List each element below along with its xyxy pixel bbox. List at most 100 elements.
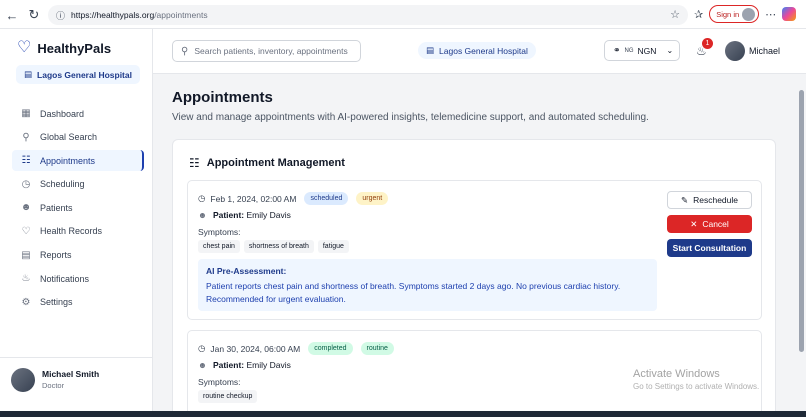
clock-icon: ◷ [198, 343, 206, 353]
users-icon: ☻ [20, 202, 32, 214]
copilot-icon[interactable] [782, 7, 797, 21]
file-icon: ▤ [21, 249, 31, 261]
patient-label: Patient: [212, 210, 245, 220]
refresh-icon[interactable]: ↻ [24, 5, 44, 25]
sign-in-label: Sign in [716, 9, 740, 19]
browser-toolbar: ← ↻ ⓘ https://healthypals.org/appointmen… [0, 0, 806, 29]
grid-icon: ▦ [21, 108, 31, 119]
close-icon: ✕ [690, 218, 698, 229]
sidebar-item-label: Reports [40, 250, 72, 261]
priority-badge: urgent [356, 192, 389, 205]
windows-activation-watermark: Activate Windows Go to Settings to activ… [633, 368, 759, 391]
building-icon: ▤ [426, 45, 435, 55]
gear-icon: ⚙ [21, 296, 31, 308]
site-info-icon[interactable]: ⓘ [56, 9, 65, 22]
currency-value: NGN [637, 45, 657, 56]
sidebar-nav: ▦ Dashboard ⚲ Global Search ☷ Appointmen… [12, 103, 144, 315]
patient-name: Emily Davis [246, 210, 291, 220]
sidebar-user-name: Michael Smith [42, 369, 100, 379]
header-user-name[interactable]: Michael [749, 46, 780, 56]
clock-icon: ◷ [21, 178, 31, 190]
sidebar-item-settings[interactable]: ⚙ Settings [12, 292, 144, 313]
watermark-subtitle: Go to Settings to activate Windows. [633, 382, 760, 391]
sidebar-user[interactable]: Michael Smith Doctor [0, 357, 153, 417]
sidebar-item-dashboard[interactable]: ▦ Dashboard [12, 103, 144, 124]
sign-in-button[interactable]: Sign in [709, 5, 760, 23]
patient-line: ☻ Patient: Emily Davis [198, 210, 291, 220]
heart-logo-icon: ♡ [17, 39, 32, 56]
search-icon: ⚲ [181, 45, 189, 57]
address-bar[interactable]: ⓘ https://healthypals.org/appointments ☆ [48, 5, 688, 25]
appointment-datetime: ◷ Jan 30, 2024, 06:00 AM completed routi… [198, 342, 394, 355]
symptoms-list: chest pain shortness of breath fatigue [198, 240, 349, 253]
page-subtitle: View and manage appointments with AI-pow… [172, 112, 649, 123]
scrollbar-thumb[interactable] [799, 90, 804, 352]
appointment-date-text: Feb 1, 2024, 02:00 AM [210, 193, 297, 204]
symptoms-label: Symptoms: [198, 227, 241, 237]
back-icon[interactable]: ← [2, 5, 22, 25]
heart-icon: ♡ [21, 225, 31, 237]
appointment-date-text: Jan 30, 2024, 06:00 AM [210, 343, 301, 354]
sidebar-item-patients[interactable]: ☻ Patients [12, 197, 144, 218]
sidebar-item-label: Dashboard [40, 108, 85, 119]
priority-badge: routine [360, 342, 394, 355]
sidebar-item-notifications[interactable]: ♨ Notifications [12, 268, 144, 289]
sidebar-item-health-records[interactable]: ♡ Health Records [12, 221, 144, 242]
sidebar-user-role: Doctor [42, 381, 65, 390]
sidebar-item-appointments[interactable]: ☷ Appointments [12, 150, 144, 172]
ai-assessment-title: AI Pre-Assessment: [206, 266, 287, 276]
building-icon: ▤ [24, 69, 33, 79]
symptoms-label: Symptoms: [198, 377, 241, 387]
more-menu-icon[interactable]: ⋯ [765, 8, 776, 21]
sidebar-item-label: Appointments [40, 155, 96, 166]
clock-icon: ◷ [198, 193, 206, 203]
sidebar-item-reports[interactable]: ▤ Reports [12, 245, 144, 266]
start-consultation-button[interactable]: Start Consultation [667, 239, 752, 257]
profile-avatar-icon [742, 7, 756, 21]
symptom-tag: routine checkup [198, 390, 258, 403]
sidebar-item-label: Settings [40, 297, 73, 308]
panel-title: ☷ Appointment Management [189, 156, 345, 170]
currency-select[interactable]: ⚭ NG NGN ⌄ [604, 40, 680, 61]
symptoms-list: routine checkup [198, 390, 258, 403]
sidebar-item-label: Global Search [40, 132, 98, 143]
avatar[interactable] [725, 41, 745, 61]
favorites-icon[interactable]: ✰ [694, 8, 703, 21]
reschedule-label: Reschedule [693, 195, 738, 205]
taskbar [0, 411, 806, 417]
header-hospital-name: Lagos General Hospital [439, 45, 528, 56]
sidebar-item-global-search[interactable]: ⚲ Global Search [12, 127, 144, 148]
brand[interactable]: ♡ HealthyPals [17, 40, 111, 56]
status-badge: scheduled [304, 192, 349, 205]
page-scrollbar[interactable] [797, 74, 806, 417]
global-search[interactable]: ⚲ [172, 40, 361, 62]
cancel-label: Cancel [702, 219, 729, 229]
search-icon: ⚲ [22, 131, 30, 143]
url-host: https://healthypals.org [71, 10, 155, 20]
sidebar-item-label: Scheduling [40, 179, 85, 190]
currency-flag: NG [624, 47, 634, 54]
reschedule-button[interactable]: ✎ Reschedule [667, 191, 752, 209]
favorite-star-icon[interactable]: ☆ [670, 8, 680, 21]
appointment-datetime: ◷ Feb 1, 2024, 02:00 AM scheduled urgent [198, 192, 389, 205]
calendar-icon: ☷ [21, 155, 31, 167]
status-badge: completed [308, 342, 353, 355]
sidebar-item-scheduling[interactable]: ◷ Scheduling [12, 174, 144, 195]
calendar-icon: ☷ [189, 156, 200, 170]
header-hospital-badge: ▤ Lagos General Hospital [418, 42, 536, 59]
search-input[interactable] [194, 46, 355, 56]
start-consultation-label: Start Consultation [672, 243, 747, 253]
browser-actions: ✰ Sign in ⋯ [694, 5, 797, 23]
ai-pre-assessment: AI Pre-Assessment: Patient reports chest… [198, 259, 657, 311]
cancel-button[interactable]: ✕ Cancel [667, 215, 752, 233]
top-header: ⚲ ▤ Lagos General Hospital ⚭ NG NGN ⌄ ♨ … [153, 29, 806, 74]
sidebar-hospital-badge: ▤ Lagos General Hospital [16, 65, 140, 84]
patient-line: ☻ Patient: Emily Davis [198, 360, 291, 370]
notification-count-badge: 1 [702, 38, 713, 49]
sidebar-item-label: Patients [40, 202, 73, 213]
symptom-tag: chest pain [198, 240, 240, 253]
appointment-card: ◷ Feb 1, 2024, 02:00 AM scheduled urgent… [187, 180, 762, 320]
sidebar-hospital-name: Lagos General Hospital [37, 69, 132, 80]
symptom-tag: fatigue [317, 240, 349, 253]
symptom-tag: shortness of breath [243, 240, 314, 253]
